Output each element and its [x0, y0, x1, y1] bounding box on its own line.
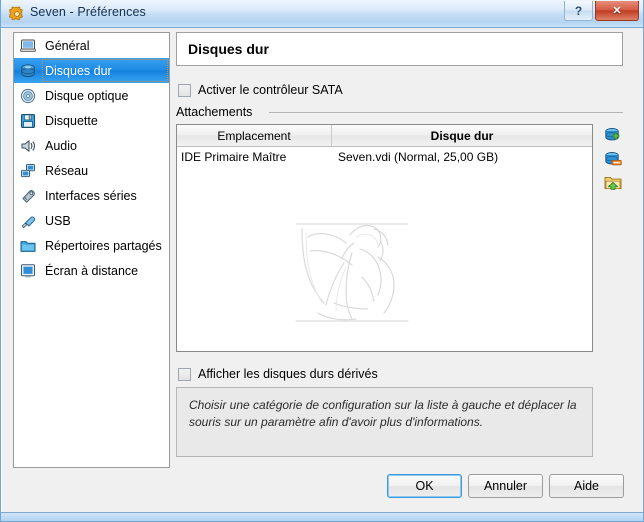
checkbox-box	[178, 367, 191, 381]
speaker-icon	[18, 136, 38, 156]
sidebar-item-label: Écran à distance	[45, 263, 139, 278]
help-action-button[interactable]: Aide	[549, 474, 624, 498]
help-button[interactable]: ?	[564, 1, 593, 21]
column-header-disque-dur[interactable]: Disque dur	[332, 125, 592, 146]
checkbox-label: Activer le contrôleur SATA	[198, 83, 343, 97]
page-title: Disques dur	[188, 41, 269, 57]
settings-panel: Disques dur Activer le contrôleur SATA A…	[176, 32, 632, 468]
sidebar-item-optical-disc[interactable]: Disque optique	[14, 83, 169, 108]
floppy-disk-icon	[18, 111, 38, 131]
sidebar-item-label: Audio	[45, 138, 77, 153]
title-bar: Seven - Préférences ? ✕	[1, 0, 643, 28]
select-hard-disk-file-icon[interactable]	[602, 172, 624, 194]
client-area: Général Disques dur Disque optique Disqu…	[2, 28, 643, 520]
shared-folder-icon	[18, 236, 38, 256]
sidebar-item-hard-disks[interactable]: Disques dur	[14, 58, 169, 83]
sidebar-item-serial-ports[interactable]: Interfaces séries	[14, 183, 169, 208]
sidebar-item-label: Disquette	[45, 113, 98, 128]
sidebar-item-remote-display[interactable]: Écran à distance	[14, 258, 169, 283]
hard-disk-icon	[18, 61, 38, 81]
table-header-row: Emplacement Disque dur	[177, 125, 592, 147]
table-row[interactable]: IDE Primaire Maître Seven.vdi (Normal, 2…	[177, 147, 592, 166]
ok-button[interactable]: OK	[387, 474, 462, 498]
window-title: Seven - Préférences	[30, 5, 146, 19]
sidebar-item-network[interactable]: Réseau	[14, 158, 169, 183]
sidebar-item-audio[interactable]: Audio	[14, 133, 169, 158]
close-button[interactable]: ✕	[595, 1, 639, 21]
sidebar-item-general[interactable]: Général	[14, 33, 169, 58]
dialog-button-bar: OK Annuler Aide	[2, 474, 643, 508]
show-differencing-disks-checkbox[interactable]: Afficher les disques durs dérivés	[178, 367, 378, 381]
checkbox-label: Afficher les disques durs dérivés	[198, 367, 378, 381]
group-divider	[269, 112, 623, 113]
background-watermark-image	[288, 215, 418, 330]
cell-emplacement: IDE Primaire Maître	[181, 149, 287, 164]
sidebar-item-label: Réseau	[45, 163, 89, 178]
sidebar-item-label: Interfaces séries	[45, 188, 137, 203]
remote-display-icon	[18, 261, 38, 281]
network-icon	[18, 161, 38, 181]
hint-box: Choisir une catégorie de configuration s…	[176, 387, 593, 457]
settings-category-list[interactable]: Général Disques dur Disque optique Disqu…	[13, 32, 170, 468]
sidebar-item-label: Disque optique	[45, 88, 129, 103]
cell-disque-dur: Seven.vdi (Normal, 25,00 GB)	[338, 149, 499, 164]
sidebar-item-shared-folders[interactable]: Répertoires partagés	[14, 233, 169, 258]
gear-icon	[9, 6, 25, 22]
optical-disc-icon	[18, 86, 38, 106]
remove-hard-disk-icon[interactable]	[602, 148, 624, 170]
column-header-emplacement[interactable]: Emplacement	[177, 125, 332, 146]
sidebar-item-floppy[interactable]: Disquette	[14, 108, 169, 133]
checkbox-box	[178, 83, 191, 97]
enable-sata-controller-checkbox[interactable]: Activer le contrôleur SATA	[178, 83, 343, 97]
hint-text: Choisir une catégorie de configuration s…	[189, 398, 577, 429]
serial-port-icon	[18, 186, 38, 206]
attachments-group-header: Attachements	[176, 105, 623, 119]
sidebar-item-label: USB	[45, 213, 71, 228]
sidebar-item-label: Disques dur	[45, 63, 112, 78]
page-header: Disques dur	[176, 32, 623, 66]
preferences-window: Seven - Préférences ? ✕ Général Disques …	[0, 0, 644, 522]
group-label: Attachements	[176, 105, 259, 119]
sidebar-item-usb[interactable]: USB	[14, 208, 169, 233]
sidebar-item-label: Général	[45, 38, 90, 53]
monitor-icon	[18, 36, 38, 56]
sidebar-item-label: Répertoires partagés	[45, 238, 162, 253]
usb-plug-icon	[18, 211, 38, 231]
attachments-table[interactable]: Emplacement Disque dur IDE Primaire Maît…	[176, 124, 593, 352]
add-hard-disk-icon[interactable]	[602, 124, 624, 146]
cancel-button[interactable]: Annuler	[468, 474, 543, 498]
window-bottom-edge	[1, 512, 643, 521]
attachment-toolbar	[602, 124, 626, 196]
